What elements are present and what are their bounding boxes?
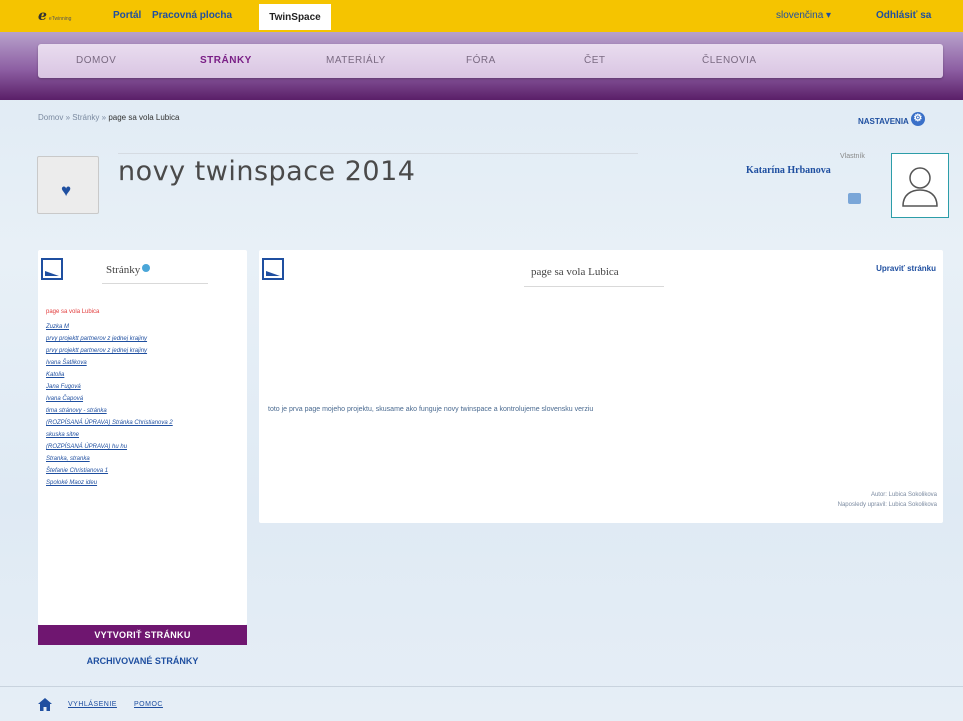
pages-list: page sa vola Lubica Zuzka M prvy projekt… <box>46 308 236 491</box>
footer-disclaimer-link[interactable]: VYHLÁSENIE <box>68 701 117 708</box>
page-item[interactable]: prvy projektt partnerov z jednej krajiny <box>46 335 236 344</box>
heart-icon: ♥ <box>60 181 72 200</box>
page-item[interactable]: Jana Fugová <box>46 383 236 392</box>
page-item[interactable]: Katolia <box>46 371 236 380</box>
nav-domov[interactable]: DOMOV <box>76 55 116 66</box>
page-title: page sa vola Lubica <box>531 266 619 278</box>
edit-page-link[interactable]: Upraviť stránku <box>876 264 936 273</box>
page-item-current[interactable]: page sa vola Lubica <box>46 308 236 317</box>
main-nav: DOMOV STRÁNKY MATERIÁLY FÓRA ČET ČLENOVI… <box>38 44 943 78</box>
owner-name[interactable]: Katarína Hrbanova <box>746 165 831 176</box>
top-bar: e eTwinning Portál Pracovná plocha TwinS… <box>0 0 963 32</box>
workspace-link[interactable]: Pracovná plocha <box>152 10 232 21</box>
breadcrumb-current: page sa vola Lubica <box>108 113 180 122</box>
author-line: Autor: Lubica Sokolikova <box>870 492 937 498</box>
breadcrumb-pages[interactable]: Stránky <box>72 113 99 122</box>
panel-corner-icon <box>41 258 63 280</box>
page-item[interactable]: Ivana Čapová <box>46 395 236 404</box>
page-item[interactable]: Spoloké Maoz ideu <box>46 479 236 488</box>
page-content-panel: page sa vola Lubica Upraviť stránku toto… <box>259 250 943 523</box>
logout-link[interactable]: Odhlásiť sa <box>876 10 931 21</box>
page-item[interactable]: tima stránovy - stránka <box>46 407 236 416</box>
nav-fora[interactable]: FÓRA <box>466 55 496 66</box>
page-item[interactable]: (ROZPÍSANÁ ÚPRAVA) Stránka Christianova … <box>46 419 236 428</box>
breadcrumb-separator: » <box>101 113 107 122</box>
page-item[interactable]: Stranka, stranka <box>46 455 236 464</box>
page-item[interactable]: Zuzka M <box>46 323 236 332</box>
page-item[interactable]: (ROZPÍSANÁ ÚPRAVA) hu hu <box>46 443 236 452</box>
twinspace-title: novy twinspace 2014 <box>118 156 416 187</box>
footer-help-link[interactable]: POMOC <box>134 701 163 708</box>
breadcrumb-home[interactable]: Domov <box>38 113 63 122</box>
page-item[interactable]: skuska sitne <box>46 431 236 440</box>
etwinning-logo[interactable]: e eTwinning <box>38 8 71 24</box>
settings-label: NASTAVENIA <box>858 117 909 126</box>
page-body-text: toto je prva page mojeho projektu, skusa… <box>268 406 594 413</box>
last-edit-line: Naposledy upravil: Lubica Sokolikova <box>837 502 937 508</box>
panel-divider <box>102 283 208 284</box>
language-dropdown[interactable]: slovenčina ▾ <box>776 10 831 21</box>
nav-cet[interactable]: ČET <box>584 55 606 66</box>
twinspace-tab[interactable]: TwinSpace <box>259 4 331 30</box>
user-placeholder-icon <box>902 166 938 207</box>
nav-clenovia[interactable]: ČLENOVIA <box>702 55 757 66</box>
nav-stranky[interactable]: STRÁNKY <box>200 55 252 66</box>
breadcrumb-separator: » <box>65 113 71 122</box>
nav-materialy[interactable]: MATERIÁLY <box>326 55 386 66</box>
twinspace-logo: ♥ <box>37 156 99 214</box>
footer: VYHLÁSENIE POMOC <box>0 686 963 721</box>
title-divider <box>118 153 638 154</box>
page-item[interactable]: Ivana Šatlikova <box>46 359 236 368</box>
panel-corner-icon <box>262 258 284 280</box>
gear-icon: ⚙ <box>910 111 925 126</box>
breadcrumb: Domov » Stránky » page sa vola Lubica <box>38 113 179 122</box>
info-icon[interactable] <box>142 264 151 272</box>
portal-link[interactable]: Portál <box>113 10 141 21</box>
page-item[interactable]: Štefanie Christianova 1 <box>46 467 236 476</box>
author-info: Autor: Lubica Sokolikova Naposledy uprav… <box>838 490 937 510</box>
etwinning-logo-text: eTwinning <box>48 16 72 22</box>
home-icon[interactable] <box>38 698 52 711</box>
archived-pages-link[interactable]: ARCHIVOVANÉ STRÁNKY <box>38 656 247 666</box>
page-title-divider <box>524 286 664 287</box>
mail-icon[interactable] <box>848 193 861 204</box>
create-page-button[interactable]: VYTVORIŤ STRÁNKU <box>38 625 247 645</box>
pages-panel-title: Stránky <box>106 264 151 276</box>
avatar[interactable] <box>891 153 949 218</box>
etwinning-logo-mark: e <box>38 8 47 24</box>
owner-label: Vlastník <box>840 153 865 160</box>
page-item[interactable]: prvy projektt partnerov z jednej krajiny <box>46 347 236 356</box>
pages-panel: Stránky page sa vola Lubica Zuzka M prvy… <box>38 250 247 625</box>
settings-button[interactable]: NASTAVENIA ⚙ <box>858 111 925 126</box>
pages-panel-title-text: Stránky <box>106 264 141 276</box>
